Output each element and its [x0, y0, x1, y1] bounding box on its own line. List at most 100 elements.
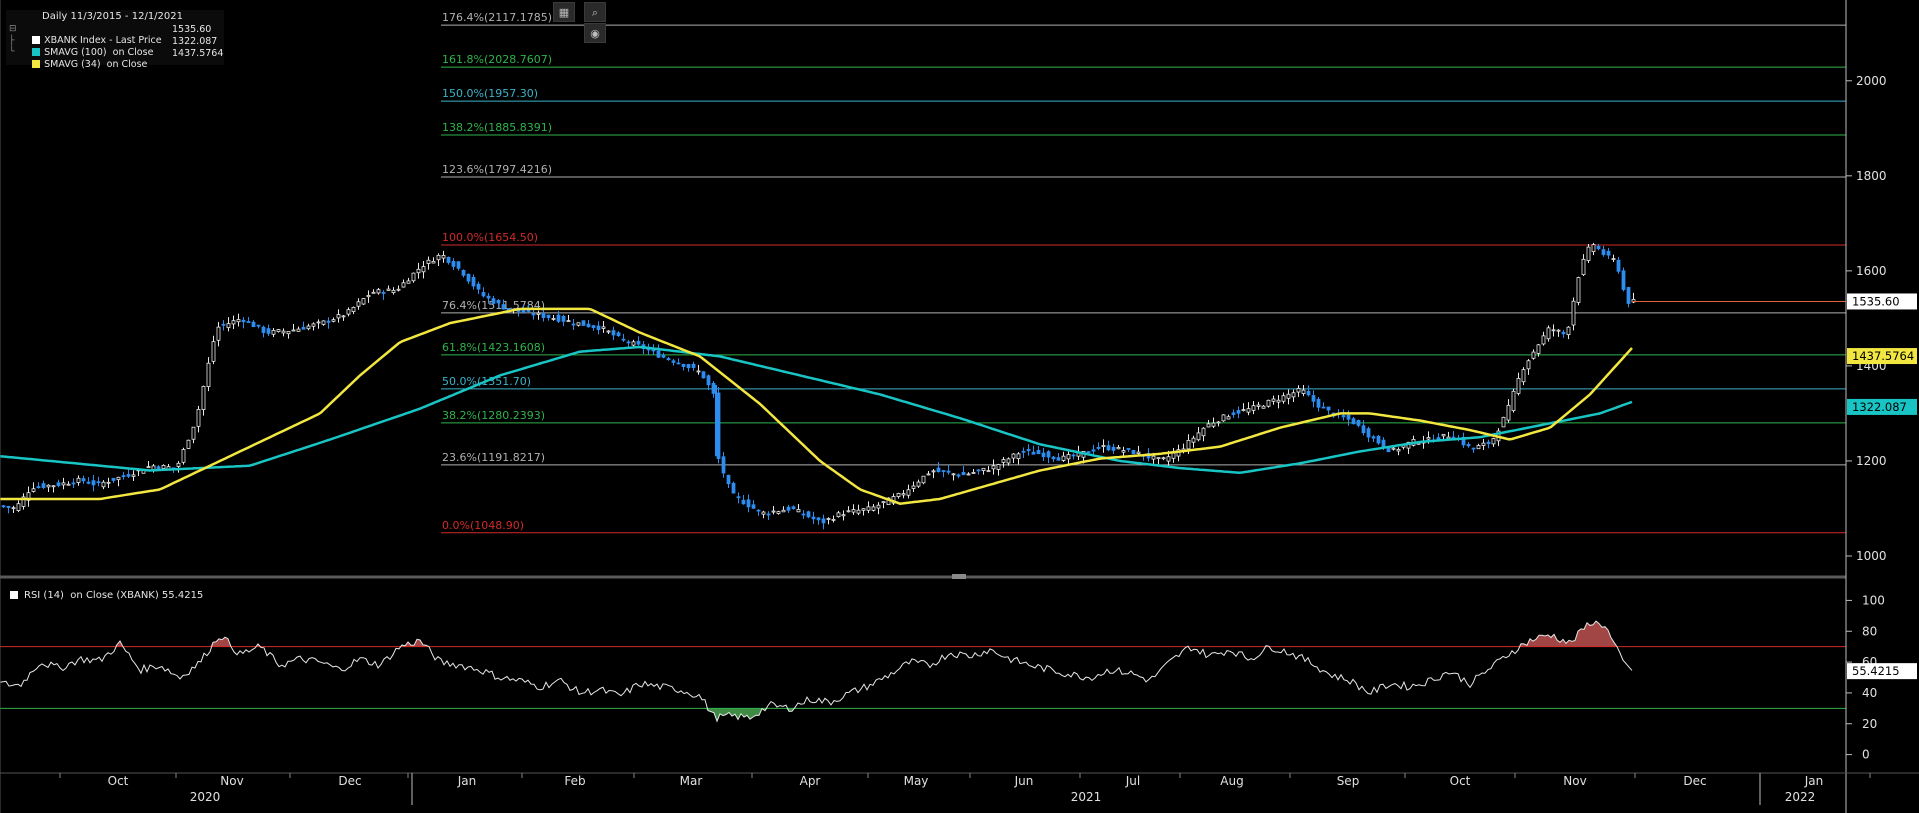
- candle-body: [1506, 404, 1511, 421]
- candle-body: [61, 482, 66, 486]
- candle-body: [1241, 409, 1246, 411]
- candle-body: [361, 298, 366, 305]
- candle-body: [386, 288, 391, 291]
- fib-level-label: 161.8%(2028.7607): [442, 53, 552, 66]
- candle-body: [756, 509, 761, 512]
- candle-body: [1046, 451, 1051, 458]
- candle-body: [296, 328, 301, 332]
- x-month-label: May: [904, 774, 929, 788]
- candle-body: [761, 511, 766, 515]
- overbought-fill: [1578, 628, 1581, 647]
- candle-body: [366, 295, 371, 298]
- candle-body: [1326, 406, 1331, 411]
- candle-body: [1501, 416, 1506, 428]
- candle-body: [186, 439, 191, 449]
- fib-level-label: 23.6%(1191.8217): [442, 451, 545, 464]
- candle-body: [51, 485, 56, 488]
- x-month-label: Nov: [1563, 774, 1586, 788]
- candle-body: [611, 330, 616, 336]
- candle-body: [966, 473, 971, 476]
- rsi-legend: RSI (14) on Close (XBANK) 55.4215: [10, 590, 203, 601]
- candle-body: [866, 506, 871, 511]
- candle-body: [176, 462, 181, 467]
- candle-body: [776, 511, 781, 514]
- candle-body: [921, 475, 926, 484]
- candle-body: [121, 475, 126, 478]
- candle-body: [1096, 446, 1101, 449]
- rsi-y-tick-label: 100: [1862, 593, 1885, 607]
- candle-body: [1546, 327, 1551, 340]
- candle-body: [291, 329, 296, 332]
- candle-body: [1226, 416, 1231, 420]
- candle-body: [1471, 447, 1476, 450]
- x-month-label: Sep: [1337, 774, 1360, 788]
- candle-body: [631, 341, 636, 346]
- candle-body: [726, 474, 731, 485]
- x-month-label: Apr: [800, 774, 821, 788]
- candle-body: [901, 493, 906, 496]
- candle-body: [1116, 447, 1121, 450]
- candle-body: [1261, 405, 1266, 409]
- record-icon[interactable]: ◉: [584, 23, 606, 43]
- candle-body: [576, 322, 581, 326]
- candle-body: [821, 518, 826, 524]
- fib-level-label: 38.2%(1280.2393): [442, 409, 545, 422]
- candle-body: [836, 512, 841, 518]
- fib-level-label: 0.0%(1048.90): [442, 519, 524, 532]
- x-month-label: Jan: [457, 774, 477, 788]
- candle-body: [1031, 451, 1036, 455]
- candle-body: [371, 291, 376, 294]
- candle-body: [1286, 393, 1291, 399]
- candle-body: [1551, 329, 1556, 332]
- candle-body: [81, 478, 86, 482]
- legend-item-sma100: SMAVG (100) on Close: [20, 36, 153, 58]
- candle-body: [201, 386, 206, 411]
- candle-body: [1391, 447, 1396, 450]
- crop-icon[interactable]: ▦: [553, 2, 575, 22]
- candle-body: [766, 513, 771, 516]
- candle-body: [1511, 390, 1516, 411]
- candle-body: [116, 476, 121, 481]
- candle-body: [626, 341, 631, 344]
- candle-body: [1256, 404, 1261, 407]
- candle-body: [531, 313, 536, 316]
- candle-body: [346, 309, 351, 315]
- legend-item-last-price: XBANK Index - Last Price: [20, 24, 162, 46]
- candle-body: [1566, 326, 1571, 336]
- candle-body: [1526, 360, 1531, 370]
- candle-body: [876, 504, 881, 509]
- candle-body: [951, 473, 956, 476]
- candle-body: [381, 292, 386, 294]
- candle-body: [236, 319, 241, 323]
- candle-body: [741, 499, 746, 505]
- candle-body: [351, 306, 356, 312]
- candle-body: [586, 323, 591, 328]
- zoom-icon[interactable]: ⌕: [584, 2, 606, 22]
- candle-body: [616, 332, 621, 337]
- candle-body: [1011, 453, 1016, 459]
- candle-body: [251, 321, 256, 328]
- candle-body: [436, 254, 441, 261]
- candle-body: [331, 319, 336, 322]
- candle-body: [686, 364, 691, 369]
- fib-level-label: 150.0%(1957.30): [442, 87, 538, 100]
- candle-body: [261, 326, 266, 333]
- candle-body: [246, 321, 251, 323]
- candle-body: [1, 505, 6, 508]
- candle-body: [216, 326, 221, 341]
- candle-body: [321, 320, 326, 325]
- candle-body: [1486, 441, 1491, 445]
- candle-body: [801, 513, 806, 516]
- candle-body: [1481, 442, 1486, 446]
- candle-body: [66, 483, 71, 486]
- candle-body: [526, 310, 531, 312]
- candle-body: [1531, 351, 1536, 359]
- candle-body: [1166, 456, 1171, 462]
- candle-body: [791, 506, 796, 510]
- candle-body: [1571, 300, 1576, 326]
- candle-body: [931, 470, 936, 473]
- x-year-label: 2022: [1785, 790, 1816, 804]
- candle-body: [146, 466, 151, 469]
- white-swatch-icon: [10, 591, 18, 599]
- candle-body: [86, 481, 91, 484]
